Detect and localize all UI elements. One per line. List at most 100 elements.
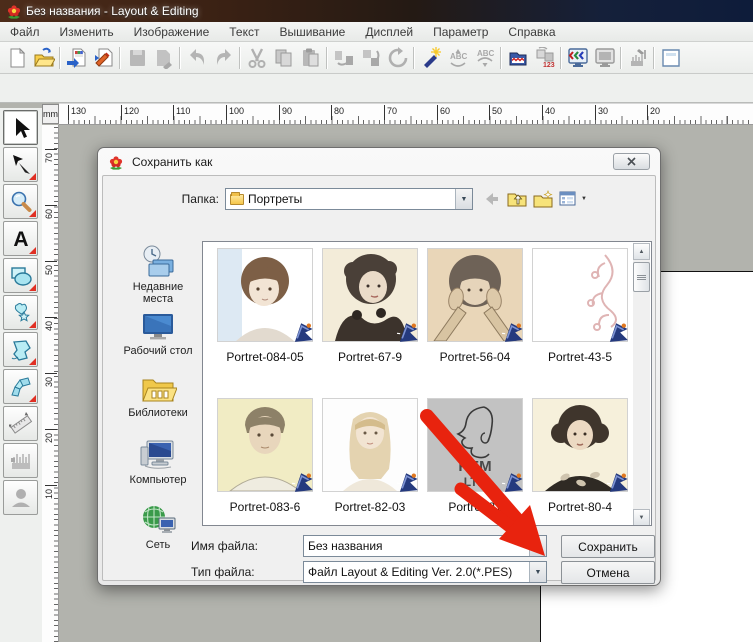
filetype-dropdown-button[interactable]: ▼ <box>529 562 546 582</box>
zoom-tool-icon[interactable] <box>3 184 38 219</box>
cancel-button[interactable]: Отмена <box>561 561 655 584</box>
menu-sew[interactable]: Вышивание <box>269 23 355 41</box>
image-to-stitch-icon[interactable] <box>90 45 117 71</box>
cut-icon[interactable] <box>243 45 270 71</box>
filename-dropdown-button[interactable]: ▼ <box>529 536 546 556</box>
save-button-label: Сохранить <box>578 540 638 554</box>
place-desktop[interactable]: Рабочий стол <box>114 312 202 357</box>
paste-icon[interactable] <box>297 45 324 71</box>
outline-shapes-tool-icon[interactable] <box>3 295 38 330</box>
title-bar[interactable]: Без названия - Layout & Editing <box>0 0 753 22</box>
flip-horizontal-icon[interactable] <box>330 45 357 71</box>
file-item[interactable]: KEMLTD Portret-81 <box>427 398 523 514</box>
place-network[interactable]: Сеть <box>114 504 202 551</box>
text-tool-icon[interactable]: A <box>3 221 38 256</box>
thread-chart-icon[interactable] <box>504 45 531 71</box>
folder-value: Портреты <box>244 192 455 206</box>
basic-shapes-tool-icon[interactable] <box>3 258 38 293</box>
dialog-title-bar[interactable]: Сохранить как <box>98 148 660 175</box>
close-icon <box>627 157 636 166</box>
flip-vertical-icon[interactable] <box>357 45 384 71</box>
solid-view-icon[interactable] <box>591 45 618 71</box>
toolbar-separator <box>239 47 241 69</box>
filename-combobox[interactable]: Без названия ▼ <box>303 535 547 557</box>
sewing-order-icon[interactable]: 123 <box>531 45 558 71</box>
menu-option[interactable]: Параметр <box>423 23 498 41</box>
menu-help[interactable]: Справка <box>498 23 565 41</box>
toolbar-separator <box>413 47 415 69</box>
scroll-up-button[interactable]: ▲ <box>633 243 650 260</box>
caret-up-icon: ▲ <box>639 249 645 255</box>
place-recent[interactable]: Недавние места <box>114 244 202 305</box>
filetype-label: Тип файла: <box>191 565 255 579</box>
write-to-card-icon[interactable] <box>150 45 177 71</box>
file-item[interactable]: Portret-56-04 <box>427 248 523 364</box>
select-tool-icon[interactable] <box>3 110 38 145</box>
svg-text:A: A <box>13 228 28 251</box>
menu-display[interactable]: Дисплей <box>355 23 423 41</box>
filetype-combobox[interactable]: Файл Layout & Editing Ver. 2.0(*.PES) ▼ <box>303 561 547 583</box>
file-thumbnail: KEMLTD <box>427 398 523 492</box>
new-document-icon[interactable] <box>3 45 30 71</box>
text-arc-up-icon[interactable]: ABC <box>471 45 498 71</box>
filename-value: Без названия <box>304 539 529 553</box>
vertical-ruler: 70 60 50 40 30 20 10 <box>42 125 59 642</box>
file-name: Portret-82-03 <box>322 500 418 514</box>
rotate-icon[interactable] <box>384 45 411 71</box>
file-list[interactable]: Portret-084-05 Portret-67-9 Portret-56-0… <box>202 241 652 526</box>
dialog-title: Сохранить как <box>132 155 212 169</box>
scrollbar-thumb[interactable] <box>633 262 650 292</box>
scroll-down-button[interactable]: ▼ <box>633 509 650 526</box>
h-ruler-label: 90 <box>279 105 292 120</box>
import-design-icon[interactable] <box>63 45 90 71</box>
undo-icon[interactable] <box>183 45 210 71</box>
file-item[interactable]: Portret-084-05 <box>217 248 313 364</box>
file-thumbnail <box>217 398 313 492</box>
back-icon[interactable] <box>483 190 501 208</box>
menu-edit[interactable]: Изменить <box>50 23 124 41</box>
image-wizard-icon[interactable] <box>417 45 444 71</box>
file-item[interactable]: Portret-083-6 <box>217 398 313 514</box>
save-icon[interactable] <box>123 45 150 71</box>
desktop-icon <box>139 312 177 342</box>
dialog-close-button[interactable] <box>613 153 650 170</box>
toolbar-separator <box>59 47 61 69</box>
place-libraries[interactable]: Библиотеки <box>114 374 202 419</box>
file-list-scrollbar[interactable]: ▲ ▼ <box>633 243 650 526</box>
computer-icon <box>139 439 177 471</box>
text-arc-down-icon[interactable]: ABC <box>444 45 471 71</box>
copy-icon[interactable] <box>270 45 297 71</box>
menu-text[interactable]: Текст <box>219 23 269 41</box>
file-item[interactable]: Portret-82-03 <box>322 398 418 514</box>
libraries-icon <box>139 374 177 404</box>
measure-tool-icon[interactable] <box>3 406 38 441</box>
views-caret-icon[interactable]: ▼ <box>581 196 587 202</box>
h-ruler-label: 80 <box>331 105 344 120</box>
file-item[interactable]: Portret-67-9 <box>322 248 418 364</box>
views-icon[interactable] <box>559 191 579 207</box>
window-title: Без названия - Layout & Editing <box>26 4 199 18</box>
open-file-icon[interactable] <box>30 45 57 71</box>
new-folder-icon[interactable] <box>533 190 553 208</box>
h-ruler-label: 30 <box>595 105 608 120</box>
realistic-view-icon[interactable] <box>564 45 591 71</box>
fan-shape-tool-icon[interactable] <box>3 369 38 404</box>
folder-dropdown-button[interactable]: ▼ <box>455 189 472 209</box>
menu-file[interactable]: Файл <box>0 23 50 41</box>
stitch-attributes-tool-icon[interactable] <box>3 443 38 478</box>
portrait-tool-icon[interactable] <box>3 480 38 515</box>
folder-combobox[interactable]: Портреты ▼ <box>225 188 473 210</box>
design-property-icon[interactable] <box>657 45 684 71</box>
menu-image[interactable]: Изображение <box>124 23 220 41</box>
point-edit-tool-icon[interactable] <box>3 147 38 182</box>
v-ruler-label: 30 <box>44 374 54 390</box>
file-item[interactable]: Portret-43-5 <box>532 248 628 364</box>
place-computer[interactable]: Компьютер <box>114 439 202 486</box>
save-button[interactable]: Сохранить <box>561 535 655 558</box>
up-one-level-icon[interactable] <box>507 190 527 208</box>
manual-punch-tool-icon[interactable] <box>3 332 38 367</box>
file-item[interactable]: Portret-80-4 <box>532 398 628 514</box>
redo-icon[interactable] <box>210 45 237 71</box>
place-label: Рабочий стол <box>123 345 192 357</box>
stitch-simulator-icon[interactable] <box>624 45 651 71</box>
